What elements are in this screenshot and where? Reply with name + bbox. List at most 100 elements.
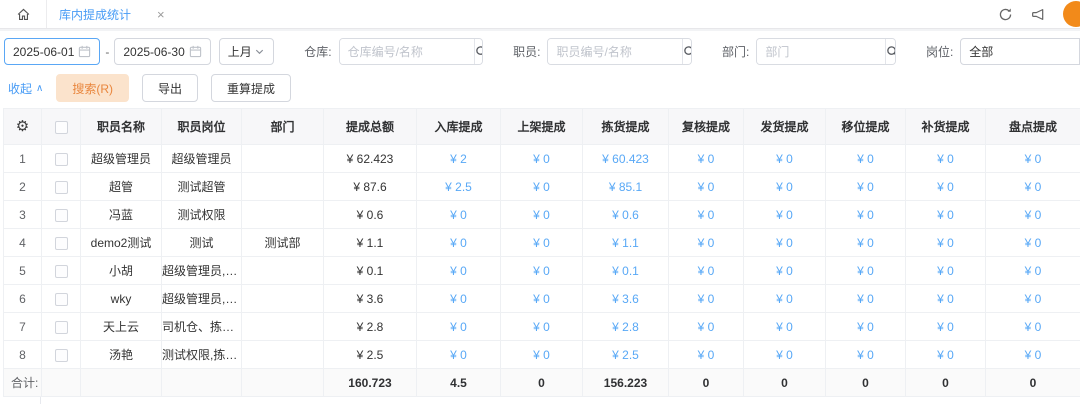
cell-commission-value[interactable]: ¥ 0 (501, 173, 583, 201)
cell-commission-value[interactable]: ¥ 0 (669, 229, 744, 257)
cell-commission-value[interactable]: ¥ 0 (501, 257, 583, 285)
department-search-button[interactable] (885, 39, 896, 64)
cell-commission-value[interactable]: ¥ 0 (501, 145, 583, 173)
gear-icon[interactable]: ⚙ (16, 118, 29, 135)
cell-commission-value[interactable]: ¥ 0 (417, 229, 501, 257)
cell-commission-value[interactable]: ¥ 0 (501, 229, 583, 257)
cell-commission-value[interactable]: ¥ 85.1 (583, 173, 669, 201)
cell-commission-value[interactable]: ¥ 60.423 (583, 145, 669, 173)
column-settings-cell[interactable]: ⚙ (4, 109, 42, 145)
cell-commission-value[interactable]: ¥ 0 (669, 285, 744, 313)
cell-commission-value[interactable]: ¥ 0 (417, 313, 501, 341)
cell-commission-value[interactable]: ¥ 2.5 (417, 173, 501, 201)
cell-commission-value[interactable]: ¥ 0 (826, 201, 906, 229)
recalculate-button[interactable]: 重算提成 (211, 74, 291, 102)
cell-commission-value[interactable]: ¥ 0 (906, 257, 986, 285)
cell-commission-value[interactable]: ¥ 0 (986, 145, 1080, 173)
cell-commission-value[interactable]: ¥ 0 (744, 201, 826, 229)
cell-commission-value[interactable]: ¥ 0 (417, 285, 501, 313)
warehouse-input[interactable] (340, 39, 474, 64)
cell-department (242, 145, 324, 173)
export-button[interactable]: 导出 (142, 74, 198, 102)
cell-commission-value[interactable]: ¥ 0 (669, 201, 744, 229)
cell-commission-value[interactable]: ¥ 0 (744, 257, 826, 285)
cell-commission-value[interactable]: ¥ 0 (986, 201, 1080, 229)
row-checkbox[interactable] (55, 153, 68, 166)
cell-commission-value[interactable]: ¥ 0 (826, 229, 906, 257)
cell-commission-value[interactable]: ¥ 0 (826, 341, 906, 369)
cell-commission-value[interactable]: ¥ 0 (501, 313, 583, 341)
select-all-checkbox[interactable] (55, 121, 68, 134)
cell-commission-value[interactable]: ¥ 0 (826, 257, 906, 285)
cell-commission-value[interactable]: ¥ 0 (669, 173, 744, 201)
row-checkbox[interactable] (55, 293, 68, 306)
cell-commission-value[interactable]: ¥ 0 (906, 173, 986, 201)
cell-commission-value[interactable]: ¥ 0 (417, 257, 501, 285)
staff-search-button[interactable] (682, 39, 692, 64)
collapse-toggle[interactable]: 收起 ∧ (8, 80, 43, 97)
column-header: 入库提成 (417, 109, 501, 145)
cell-commission-value[interactable]: ¥ 0 (986, 257, 1080, 285)
cell-commission-value[interactable]: ¥ 2 (417, 145, 501, 173)
row-checkbox[interactable] (55, 181, 68, 194)
cell-commission-value[interactable]: ¥ 0 (906, 145, 986, 173)
cell-commission-value[interactable]: ¥ 0 (744, 229, 826, 257)
cell-commission-value[interactable]: ¥ 0 (986, 229, 1080, 257)
cell-commission-value[interactable]: ¥ 0 (906, 341, 986, 369)
department-input[interactable] (757, 39, 885, 64)
avatar[interactable] (1063, 1, 1080, 27)
tab-bar: 库内提成统计 × (0, 0, 1080, 28)
column-header: 复核提成 (669, 109, 744, 145)
cell-commission-value[interactable]: ¥ 0 (744, 285, 826, 313)
position-select[interactable]: 全部 (960, 38, 1080, 65)
cell-commission-value[interactable]: ¥ 0 (669, 257, 744, 285)
cell-commission-value[interactable]: ¥ 0 (826, 285, 906, 313)
cell-commission-value[interactable]: ¥ 0 (744, 313, 826, 341)
cell-commission-value[interactable]: ¥ 0 (744, 173, 826, 201)
quick-range-select[interactable]: 上月 (219, 38, 275, 65)
cell-commission-value[interactable]: ¥ 0 (501, 285, 583, 313)
cell-commission-value[interactable]: ¥ 0 (986, 341, 1080, 369)
row-checkbox[interactable] (55, 209, 68, 222)
cell-commission-value[interactable]: ¥ 0 (906, 313, 986, 341)
cell-commission-value[interactable]: ¥ 0.1 (583, 257, 669, 285)
cell-commission-value[interactable]: ¥ 2.5 (583, 341, 669, 369)
search-button[interactable]: 搜索(R) (56, 74, 129, 102)
staff-input[interactable] (548, 39, 682, 64)
cell-commission-value[interactable]: ¥ 0 (826, 313, 906, 341)
cell-commission-value[interactable]: ¥ 0 (906, 285, 986, 313)
cell-commission-value[interactable]: ¥ 0 (986, 285, 1080, 313)
cell-commission-value[interactable]: ¥ 0 (669, 145, 744, 173)
refresh-icon[interactable] (997, 6, 1013, 22)
cell-commission-value[interactable]: ¥ 0 (669, 341, 744, 369)
cell-commission-value[interactable]: ¥ 0 (826, 173, 906, 201)
row-checkbox[interactable] (55, 349, 68, 362)
cell-commission-value[interactable]: ¥ 0 (501, 201, 583, 229)
cell-commission-value[interactable]: ¥ 0 (986, 313, 1080, 341)
cell-commission-value[interactable]: ¥ 0 (906, 201, 986, 229)
start-date-input[interactable]: 2025-06-01 (4, 38, 100, 65)
row-checkbox[interactable] (55, 321, 68, 334)
warehouse-search-button[interactable] (474, 39, 484, 64)
cell-commission-value[interactable]: ¥ 2.8 (583, 313, 669, 341)
close-icon[interactable]: × (157, 8, 165, 21)
cell-staff-name: 天上云 (81, 313, 162, 341)
cell-commission-value[interactable]: ¥ 1.1 (583, 229, 669, 257)
cell-commission-value[interactable]: ¥ 0 (501, 341, 583, 369)
row-checkbox[interactable] (55, 265, 68, 278)
cell-commission-value[interactable]: ¥ 0 (744, 341, 826, 369)
cell-commission-value[interactable]: ¥ 0 (417, 201, 501, 229)
cell-commission-value[interactable]: ¥ 0 (826, 145, 906, 173)
cell-commission-value[interactable]: ¥ 0 (744, 145, 826, 173)
home-tab[interactable] (0, 0, 47, 28)
row-checkbox[interactable] (55, 237, 68, 250)
cell-commission-value[interactable]: ¥ 0 (669, 313, 744, 341)
cell-commission-value[interactable]: ¥ 0 (986, 173, 1080, 201)
cell-commission-value[interactable]: ¥ 0.6 (583, 201, 669, 229)
end-date-input[interactable]: 2025-06-30 (114, 38, 210, 65)
announcement-icon[interactable] (1030, 6, 1046, 22)
cell-commission-value[interactable]: ¥ 0 (417, 341, 501, 369)
tab-commission-stats[interactable]: 库内提成统计 × (47, 0, 179, 28)
cell-commission-value[interactable]: ¥ 3.6 (583, 285, 669, 313)
cell-commission-value[interactable]: ¥ 0 (906, 229, 986, 257)
